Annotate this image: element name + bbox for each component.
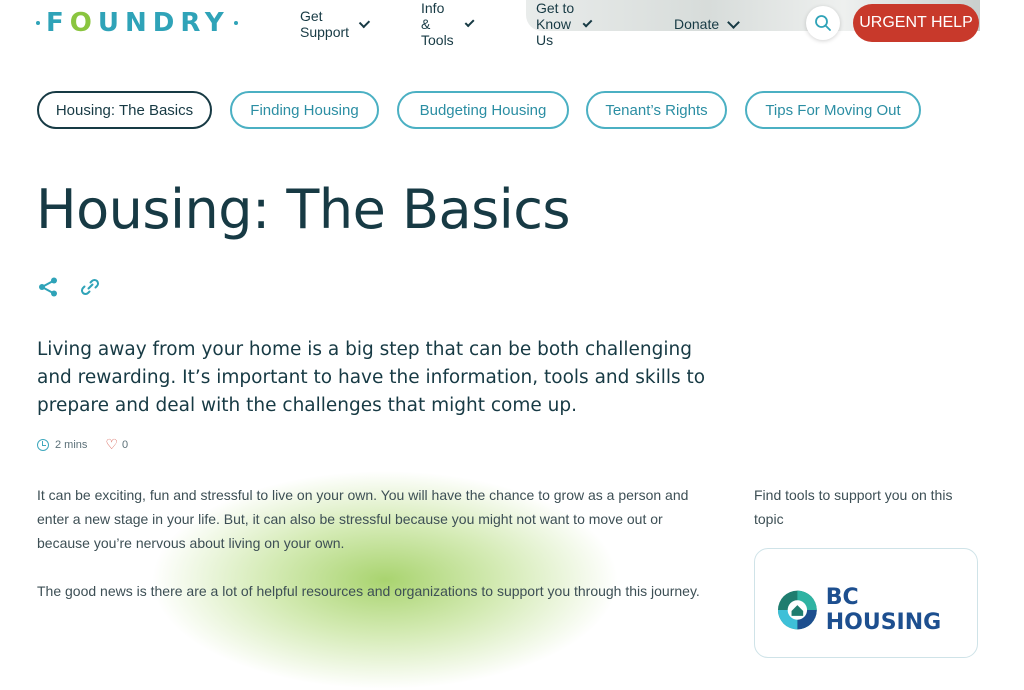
tab-label: Tips For Moving Out — [765, 101, 901, 119]
logo-text: FOUNDRY — [46, 8, 230, 38]
nav-label: Get Support — [300, 8, 350, 40]
bc-housing-name: BC HOUSING — [825, 585, 942, 635]
chevron-down-icon — [464, 16, 476, 28]
tab-label: Finding Housing — [250, 101, 359, 119]
nav-get-support[interactable]: Get Support — [300, 8, 371, 40]
tools-aside-label: Find tools to support you on this topic — [754, 487, 953, 527]
urgent-help-button[interactable]: URGENT HELP — [853, 4, 979, 42]
search-button[interactable] — [806, 6, 840, 40]
tab-finding-housing[interactable]: Finding Housing — [230, 91, 379, 129]
tab-label: Housing: The Basics — [55, 101, 194, 119]
heart-icon[interactable]: ♡ — [105, 436, 118, 453]
tab-label: Tenant’s Rights — [605, 101, 708, 119]
nav-donate[interactable]: Donate — [674, 14, 741, 34]
bc-housing-logo: BC HOUSING — [777, 585, 977, 635]
nav-info-tools[interactable]: Info & Tools — [421, 0, 476, 48]
tab-tenants-rights[interactable]: Tenant’s Rights — [586, 91, 727, 129]
nav-label: Donate — [674, 16, 720, 32]
article-intro: Living away from your home is a big step… — [37, 339, 706, 416]
foundry-logo[interactable]: FOUNDRY — [36, 8, 242, 38]
article-paragraph: It can be exciting, fun and stressful to… — [37, 487, 689, 551]
tab-housing-basics[interactable]: Housing: The Basics — [37, 91, 212, 129]
like-count: 0 — [121, 438, 129, 451]
link-icon[interactable] — [79, 276, 101, 298]
chevron-down-icon — [359, 16, 371, 28]
page-title: Housing: The Basics — [36, 178, 571, 241]
tab-tips-moving-out[interactable]: Tips For Moving Out — [745, 91, 921, 129]
tab-budgeting-housing[interactable]: Budgeting Housing — [397, 91, 569, 129]
search-icon — [815, 15, 831, 31]
article-paragraph: The good news is there are a lot of help… — [37, 583, 700, 599]
clock-icon — [37, 438, 49, 451]
urgent-help-label: URGENT HELP — [859, 14, 973, 31]
article-meta: 2 mins ♡ 0 — [37, 436, 128, 453]
tab-label: Budgeting Housing — [419, 101, 547, 119]
nav-label: Get to Know Us — [536, 0, 575, 48]
nav-label: Info & Tools — [421, 0, 454, 48]
nav-get-to-know-us[interactable]: Get to Know Us — [536, 0, 593, 48]
read-time: 2 mins — [55, 438, 88, 451]
chevron-down-icon — [727, 15, 741, 29]
bc-housing-emblem-icon — [777, 590, 817, 630]
share-icon[interactable] — [37, 276, 59, 298]
